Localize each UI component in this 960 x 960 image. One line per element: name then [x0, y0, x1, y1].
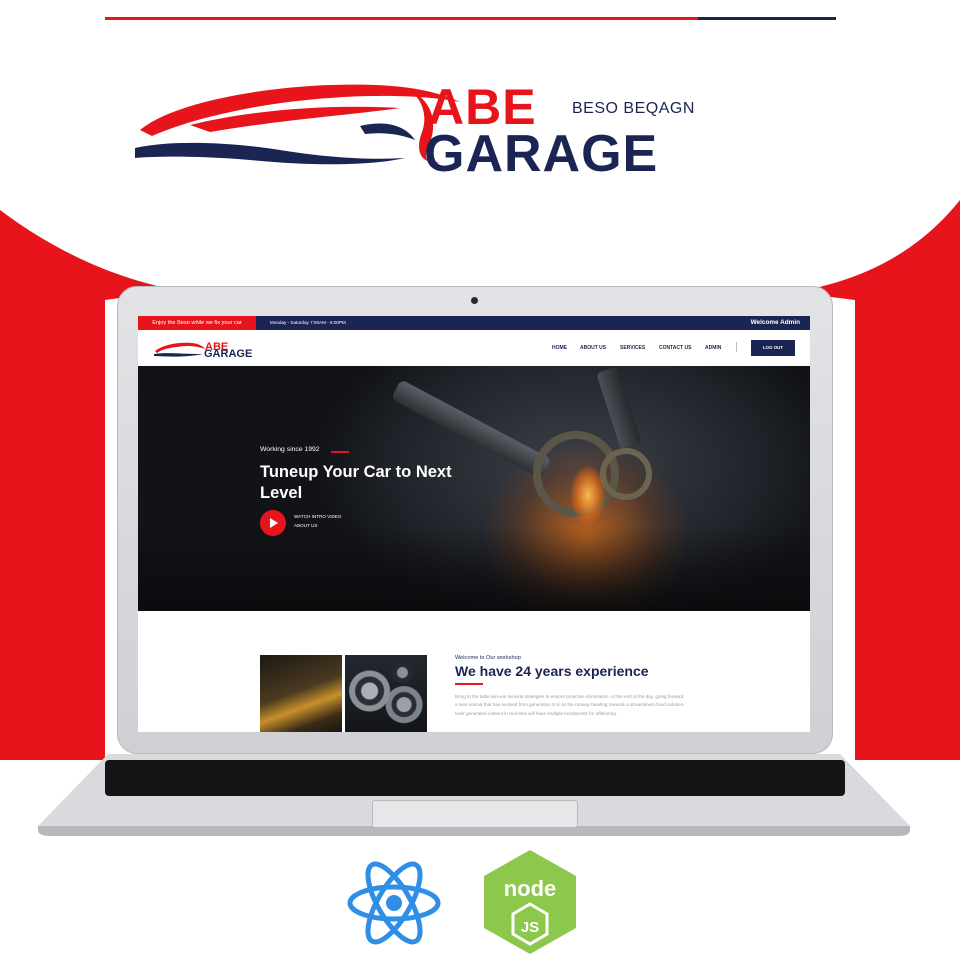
svg-text:node: node — [504, 876, 557, 901]
welcome-title: We have 24 years experience — [455, 663, 649, 679]
nav-admin[interactable]: ADMIN — [705, 344, 721, 352]
hero-about-us-link[interactable]: ABOUT US — [294, 523, 317, 529]
top-accent-red — [105, 17, 698, 20]
welcome-subtitle: Welcome to Our workshop — [455, 655, 521, 661]
top-accent-navy — [698, 17, 836, 20]
topbar-info: Monday - Saturday 7:00AM - 6:00PM Welcom… — [256, 316, 810, 330]
trackpad — [372, 800, 578, 828]
hero-sparks — [571, 466, 605, 524]
hero-since: Working since 1992 — [260, 446, 320, 453]
topbar-welcome: Welcome Admin — [750, 319, 800, 326]
react-logo-icon — [347, 861, 441, 945]
brand-garage-text: GARAGE — [424, 125, 659, 183]
hero-accent-line — [331, 451, 349, 453]
keyboard — [105, 760, 845, 796]
nav-services[interactable]: SERVICES — [620, 344, 645, 352]
watch-intro-video-link[interactable]: WATCH INTRO VIDEO — [294, 514, 341, 520]
welcome-accent-line — [455, 683, 483, 685]
nodejs-logo-icon: node JS — [484, 850, 576, 954]
play-button[interactable] — [260, 510, 286, 536]
welcome-body: Bring to the table win-win survival stra… — [455, 694, 685, 716]
hero-title: Tuneup Your Car to Next Level — [260, 463, 452, 502]
logout-button[interactable]: LOG OUT — [751, 340, 795, 356]
topbar-hours: Monday - Saturday 7:00AM - 6:00PM — [270, 320, 346, 325]
workshop-image-engine — [260, 655, 342, 732]
topbar-tagline: Enjoy the Beso while we fix your car — [138, 316, 256, 330]
play-icon — [270, 518, 278, 528]
nav-contact-us[interactable]: CONTACT US — [659, 344, 691, 352]
camera-icon — [471, 297, 478, 304]
workshop-image-gears — [345, 655, 427, 732]
site-logo-garage[interactable]: GARAGE — [204, 349, 252, 360]
brand-subtitle: BESO BEQAGN — [572, 100, 695, 117]
website-screen: Enjoy the Beso while we fix your car Mon… — [138, 316, 810, 732]
nav-divider — [736, 342, 737, 352]
hero-gear-small — [600, 448, 652, 500]
svg-text:JS: JS — [521, 919, 539, 936]
hero-floor-shade — [138, 526, 810, 611]
nav-about-us[interactable]: ABOUT US — [580, 344, 606, 352]
site-logo-icon — [154, 342, 205, 357]
nav-home[interactable]: HOME — [552, 344, 567, 352]
